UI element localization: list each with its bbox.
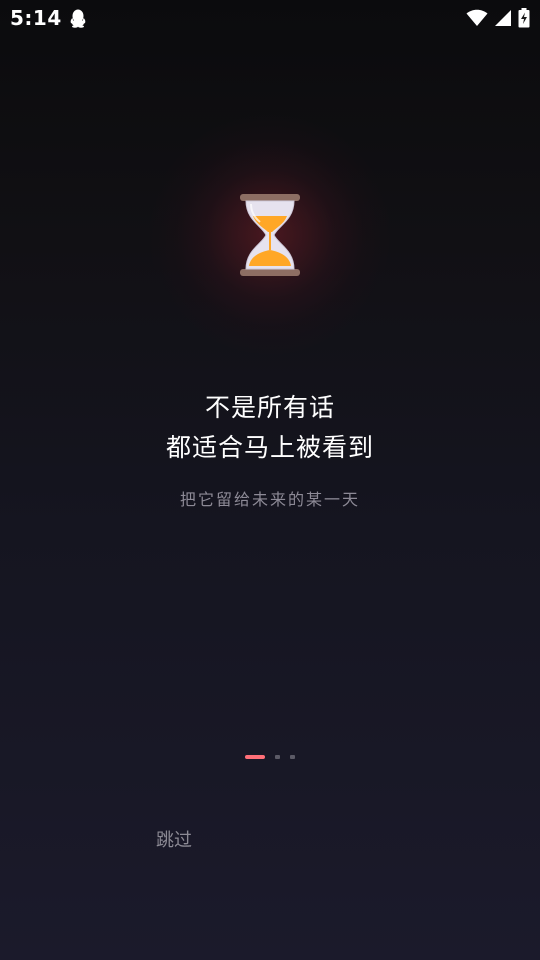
cellular-signal-icon: [494, 9, 512, 27]
status-time: 5:14: [10, 6, 62, 30]
battery-charging-icon: [518, 8, 530, 28]
page-dot: [290, 755, 295, 759]
status-icons: [466, 7, 530, 29]
page-indicator: [245, 754, 305, 760]
hero-illustration: [150, 114, 390, 354]
qq-icon: [68, 8, 88, 28]
headline-line-1: 不是所有话: [204, 393, 335, 422]
skip-button[interactable]: 跳过: [156, 826, 192, 852]
headline-line-2: 都适合马上被看到: [165, 433, 374, 462]
hourglass-icon: [240, 194, 300, 276]
status-bar: 5:14: [0, 0, 540, 36]
page-dot: [275, 755, 280, 759]
page-dot-active: [245, 755, 265, 759]
onboarding-headline: 不是所有话 都适合马上被看到: [0, 388, 540, 468]
wifi-icon: [466, 9, 488, 27]
onboarding-subtitle: 把它留给未来的某一天: [179, 490, 360, 509]
